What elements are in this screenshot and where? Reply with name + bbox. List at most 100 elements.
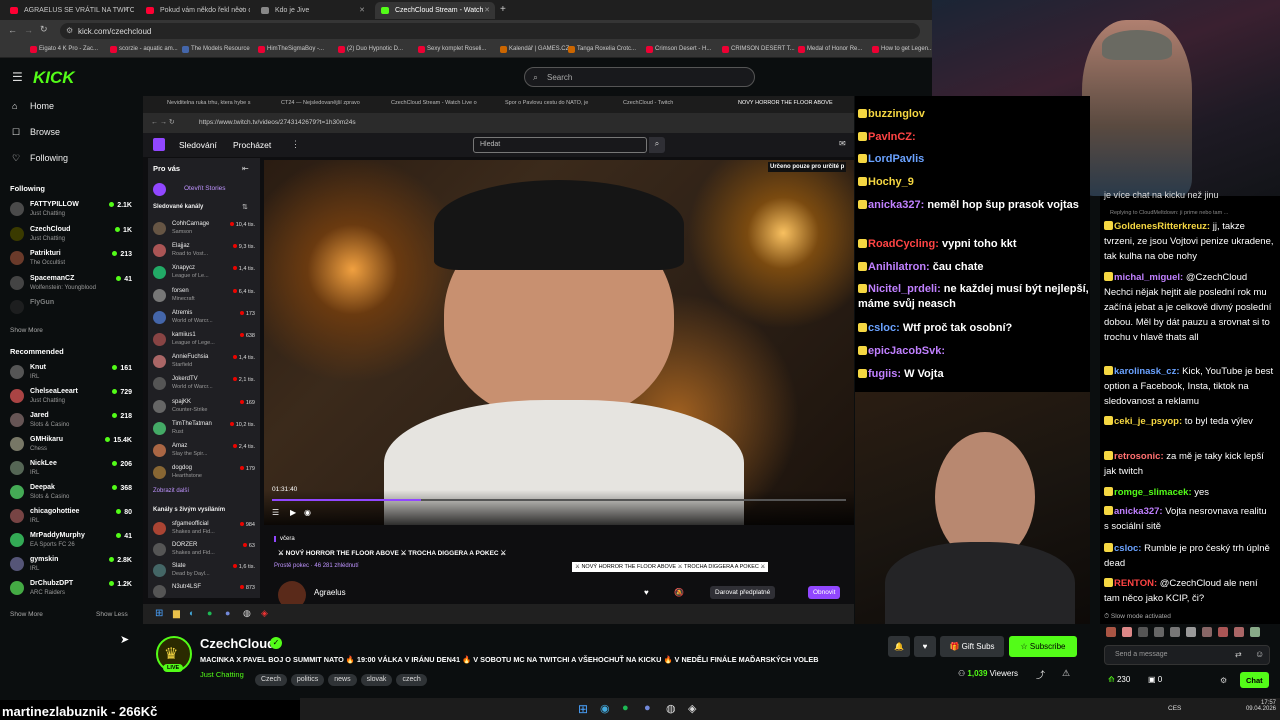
- chat-send-button[interactable]: Chat: [1240, 672, 1269, 688]
- stream-category[interactable]: Just Chatting: [200, 670, 244, 679]
- chat-settings-icon[interactable]: ⚙: [1220, 676, 1227, 685]
- twitch-channel-item[interactable]: forsen Minecraft 6,4 tis.: [153, 287, 255, 307]
- twitch-live-channel-item[interactable]: sfgameofficial Shakes and Fid... 984: [153, 520, 255, 540]
- browser-tab[interactable]: CzechCloud Stream - Watch ✕: [375, 2, 495, 19]
- browser-tab[interactable]: Kdo je Jive ✕: [255, 2, 370, 19]
- bookmark-item[interactable]: Crimson Desert - H...: [646, 46, 711, 53]
- obs-icon[interactable]: ◍: [666, 702, 676, 715]
- share-icon[interactable]: ⤴: [1036, 668, 1045, 681]
- notify-button[interactable]: 🔔: [888, 636, 910, 657]
- steam-icon[interactable]: ◈: [688, 702, 696, 715]
- emote-icon[interactable]: [1218, 627, 1228, 637]
- spotify-icon[interactable]: ●: [622, 702, 629, 714]
- bookmark-item[interactable]: Kalendář | GAMES.CZ: [500, 46, 569, 53]
- chat-message-input[interactable]: Send a message ⇄ ☺: [1104, 645, 1270, 665]
- following-channel-item[interactable]: SpacemanCZ Wolfenstein: Youngblood 41: [10, 273, 132, 295]
- recommended-channel-item[interactable]: NickLee IRL 206: [10, 458, 132, 480]
- twitch-channel-item[interactable]: AnnieFuchsia Starfield 1,4 tis.: [153, 353, 255, 373]
- kick-logo[interactable]: KICK: [33, 68, 75, 88]
- gift-subs-button[interactable]: 🎁 Gift Subs: [940, 636, 1004, 657]
- emoji-icon[interactable]: ☺: [1255, 649, 1264, 659]
- twitch-channel-item[interactable]: Atremis World of Warcr... 173: [153, 309, 255, 329]
- emote-icon[interactable]: [1186, 627, 1196, 637]
- site-info-icon[interactable]: ⚙: [66, 26, 73, 35]
- nav-browse[interactable]: ☐ Browse: [12, 127, 60, 137]
- twitch-live-channel-item[interactable]: Slate Dead by Dayl... 1,6 tis.: [153, 562, 255, 582]
- recommended-channel-item[interactable]: Jared Slots & Casino 218: [10, 410, 132, 432]
- search-input[interactable]: ⌕ Search: [524, 67, 755, 87]
- rewards-counter[interactable]: ▣ 0: [1148, 675, 1162, 684]
- back-icon[interactable]: ←: [8, 25, 17, 35]
- report-icon[interactable]: ⚠: [1062, 668, 1070, 679]
- twitch-live-channel-item[interactable]: N3utr4LSF 873: [153, 583, 255, 603]
- stream-tag[interactable]: czech: [396, 674, 427, 686]
- menu-icon[interactable]: ☰: [12, 70, 23, 84]
- twitch-channel-item[interactable]: Xnapycz League of Le... 1,4 tis.: [153, 264, 255, 284]
- new-tab-icon[interactable]: +: [500, 4, 506, 15]
- tab-close-icon[interactable]: ✕: [484, 6, 490, 14]
- bookmark-item[interactable]: Tanga Roxelia Crotc...: [568, 46, 636, 53]
- windows-start-icon[interactable]: ⊞: [578, 702, 588, 716]
- following-channel-item[interactable]: CzechCloud Just Chatting 1K: [10, 224, 132, 246]
- bookmark-item[interactable]: The Models Resource: [182, 46, 250, 53]
- twitch-channel-item[interactable]: spajKK Counter-Strike 169: [153, 398, 255, 418]
- following-channel-item[interactable]: FlyGun: [10, 297, 132, 319]
- clock[interactable]: 17:57 09.04.2026: [1240, 700, 1276, 712]
- forward-icon[interactable]: →: [24, 25, 33, 35]
- recommended-channel-item[interactable]: Knut IRL 161: [10, 362, 132, 384]
- recommended-channel-item[interactable]: ChelseaLeeart Just Chatting 729: [10, 386, 132, 408]
- twitch-channel-item[interactable]: Amaz Slay the Spir... 2,4 tis.: [153, 442, 255, 462]
- stream-tag[interactable]: politics: [290, 674, 325, 686]
- bookmark-item[interactable]: CRIMSON DESERT T...: [722, 46, 795, 53]
- translate-icon[interactable]: ⇄: [1235, 650, 1242, 659]
- browser-tab[interactable]: AGRAELUS SE VRÁTIL NA TWITCH ✕: [4, 2, 134, 19]
- bookmark-item[interactable]: HimTheSigmaBoy -...: [258, 46, 324, 53]
- emote-icon[interactable]: [1138, 627, 1148, 637]
- emote-icon[interactable]: [1202, 627, 1212, 637]
- emote-icon[interactable]: [1170, 627, 1180, 637]
- tab-close-icon[interactable]: ✕: [359, 6, 365, 14]
- subscribe-button[interactable]: ☆ Subscribe: [1009, 636, 1077, 657]
- bookmark-item[interactable]: Medal of Honor Re...: [798, 46, 862, 53]
- discord-icon[interactable]: ●: [644, 702, 651, 714]
- recommended-channel-item[interactable]: DrChubzDPT ARC Raiders 1.2K: [10, 578, 132, 600]
- twitch-channel-item[interactable]: Elajjaz Road to Vost... 9,3 tis.: [153, 242, 255, 262]
- channel-name[interactable]: CzechCloud: [200, 636, 275, 651]
- recommended-channel-item[interactable]: chicagohottiee IRL 80: [10, 506, 132, 528]
- stream-tag[interactable]: news: [328, 674, 357, 686]
- chrome-icon[interactable]: ◉: [600, 702, 610, 715]
- bookmark-item[interactable]: Eigato 4 K Pro - Zac...: [30, 46, 98, 53]
- following-channel-item[interactable]: FATTYPILLOW Just Chatting 2.1K: [10, 199, 132, 221]
- nav-following[interactable]: ♡ Following: [12, 153, 68, 163]
- twitch-channel-item[interactable]: dogdog Hearthstone 179: [153, 464, 255, 484]
- recommended-channel-item[interactable]: Deepak Slots & Casino 368: [10, 482, 132, 504]
- emote-icon[interactable]: [1234, 627, 1244, 637]
- emote-icon[interactable]: [1154, 627, 1164, 637]
- twitch-channel-item[interactable]: kamiius1 League of Lege... 638: [153, 331, 255, 351]
- emote-icon[interactable]: [1250, 627, 1260, 637]
- emote-icon[interactable]: [1122, 627, 1132, 637]
- url-bar[interactable]: ⚙ kick.com/czechcloud: [60, 23, 920, 39]
- channel-points[interactable]: ⟰ 230: [1108, 675, 1130, 684]
- tab-close-icon[interactable]: ✕: [239, 6, 245, 14]
- keyboard-lang[interactable]: CES: [1168, 705, 1181, 712]
- stream-tag[interactable]: slovak: [360, 674, 393, 686]
- twitch-channel-item[interactable]: CohhCarnage Samson 10,4 tis.: [153, 220, 255, 240]
- recommended-channel-item[interactable]: gymskin IRL 2.8K: [10, 554, 132, 576]
- twitch-channel-item[interactable]: JokerdTV World of Warcr... 2,1 tis.: [153, 375, 255, 395]
- follow-button[interactable]: ♥: [914, 636, 936, 657]
- show-more-following[interactable]: Show More: [10, 327, 43, 334]
- stream-tag[interactable]: Czech: [255, 674, 287, 686]
- browser-tab[interactable]: Pokud vám někdo řekl něco o ✕: [140, 2, 250, 19]
- bookmark-item[interactable]: (2) Duo Hypnotic D...: [338, 46, 403, 53]
- following-channel-item[interactable]: Patrikturi The Occultist 213: [10, 248, 132, 270]
- bookmark-item[interactable]: scorzie - aquatic am...: [110, 46, 178, 53]
- tab-close-icon[interactable]: ✕: [123, 6, 129, 14]
- nav-home[interactable]: ⌂ Home: [12, 101, 54, 111]
- show-less-button[interactable]: Show Less: [96, 611, 128, 618]
- bookmark-item[interactable]: Sexy komplet Roseli...: [418, 46, 486, 53]
- twitch-live-channel-item[interactable]: DORZER Shakes and Fid... 63: [153, 541, 255, 561]
- show-more-recommended[interactable]: Show More: [10, 611, 43, 618]
- reload-icon[interactable]: ↻: [40, 24, 48, 35]
- bookmark-item[interactable]: How to get Legen...: [872, 46, 933, 53]
